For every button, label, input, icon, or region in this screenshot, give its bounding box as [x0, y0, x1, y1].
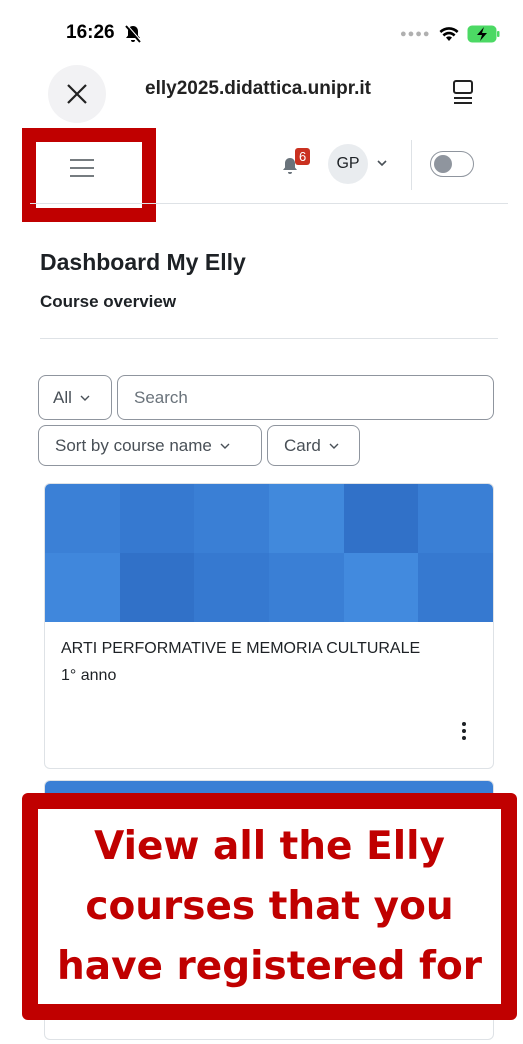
chevron-down-icon: [220, 443, 230, 449]
view-label: Card: [284, 435, 321, 455]
tabs-icon[interactable]: [450, 79, 476, 107]
callout-body: View all the Elly courses that you have …: [38, 809, 501, 1004]
callout-text: View all the Elly courses that you have …: [57, 823, 482, 989]
navbar-divider-line: [30, 203, 508, 204]
course-card[interactable]: ARTI PERFORMATIVE E MEMORIA CULTURALE 1°…: [44, 483, 494, 769]
toggle-knob: [434, 155, 452, 173]
kebab-dot: [462, 736, 466, 740]
status-time: 16:26: [66, 22, 115, 43]
kebab-dot: [462, 722, 466, 726]
search-input[interactable]: Search: [117, 375, 494, 420]
page-title: Dashboard My Elly: [40, 249, 246, 275]
battery-charging-icon: [467, 25, 500, 43]
section-title: Course overview: [40, 292, 177, 311]
search-placeholder: Search: [134, 387, 188, 407]
wifi-icon: [439, 27, 459, 41]
url-text[interactable]: elly2025.didattica.unipr.it: [145, 78, 371, 100]
section-divider: [40, 338, 498, 339]
chevron-down-icon[interactable]: [376, 158, 388, 168]
annotation-callout: View all the Elly courses that you have …: [22, 793, 517, 1020]
grouping-dropdown[interactable]: All: [38, 375, 112, 420]
kebab-dot: [462, 729, 466, 733]
view-dropdown[interactable]: Card: [267, 425, 360, 466]
chevron-down-icon: [80, 395, 90, 401]
course-name-link[interactable]: ARTI PERFORMATIVE E MEMORIA CULTURALE: [61, 640, 420, 658]
navbar-divider: [411, 140, 412, 190]
sort-label: Sort by course name: [55, 435, 212, 455]
notification-count-badge: 6: [295, 148, 311, 165]
menu-highlight-box: [22, 128, 156, 222]
bell-muted-icon: [125, 24, 142, 43]
sort-dropdown[interactable]: Sort by course name: [38, 425, 262, 466]
user-avatar[interactable]: GP: [328, 144, 368, 184]
signal-icon: ●●●●: [400, 28, 431, 40]
course-year: 1° anno: [61, 667, 117, 684]
chevron-down-icon: [329, 443, 339, 449]
grouping-label: All: [53, 387, 72, 407]
course-actions-button[interactable]: [453, 717, 475, 745]
course-image[interactable]: [45, 484, 493, 622]
close-browser-button[interactable]: [48, 65, 106, 123]
status-indicators: ●●●●: [400, 22, 501, 46]
close-icon: [67, 84, 87, 104]
